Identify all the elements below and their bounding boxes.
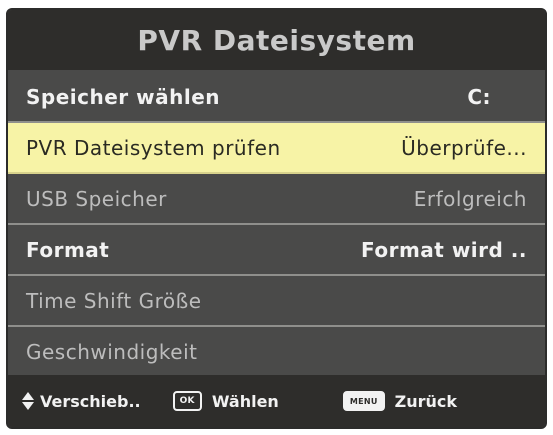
menu-item-speicher-waehlen[interactable]: Speicher wählen C:: [8, 72, 545, 123]
key-hint-bar: Verschieb.. OK Wählen MENU Zurück: [8, 375, 545, 427]
menu-item-label: USB Speicher: [26, 186, 167, 211]
menu-item-label: Speicher wählen: [26, 84, 220, 109]
pvr-menu-screen: PVR Dateisystem Speicher wählen C: PVR D…: [6, 8, 547, 429]
menu-item-geschwindigkeit[interactable]: Geschwindigkeit: [8, 327, 545, 378]
menu-item-format[interactable]: Format Format wird ..: [8, 225, 545, 276]
menu-item-value: Erfolgreich: [413, 186, 527, 211]
menu-item-value: Format wird ..: [361, 237, 527, 262]
menu-title: PVR Dateisystem: [8, 10, 545, 70]
menu-key-icon: MENU: [342, 391, 385, 411]
up-down-arrows-icon: [22, 392, 34, 410]
menu-item-usb-speicher[interactable]: USB Speicher Erfolgreich: [8, 174, 545, 225]
back-hint: MENU Zurück: [342, 391, 458, 411]
menu-item-label: Geschwindigkeit: [26, 339, 198, 364]
menu-item-value: C:: [467, 84, 491, 109]
menu-item-value: Überprüfe...: [401, 135, 527, 160]
back-hint-label: Zurück: [394, 391, 458, 411]
menu-item-label: PVR Dateisystem prüfen: [26, 135, 281, 160]
menu-item-label: Format: [26, 237, 110, 262]
menu-item-time-shift-groesse[interactable]: Time Shift Größe: [8, 276, 545, 327]
move-hint-label: Verschieb..: [40, 391, 141, 411]
move-hint: Verschieb..: [22, 392, 141, 411]
menu-item-dateisystem-pruefen[interactable]: PVR Dateisystem prüfen Überprüfe...: [8, 123, 545, 174]
ok-hint-label: Wählen: [211, 391, 279, 411]
ok-hint: OK Wählen: [172, 391, 279, 411]
ok-key-icon: OK: [172, 391, 202, 411]
menu-list: Speicher wählen C: PVR Dateisystem prüfe…: [8, 72, 545, 378]
menu-item-label: Time Shift Größe: [26, 288, 202, 313]
